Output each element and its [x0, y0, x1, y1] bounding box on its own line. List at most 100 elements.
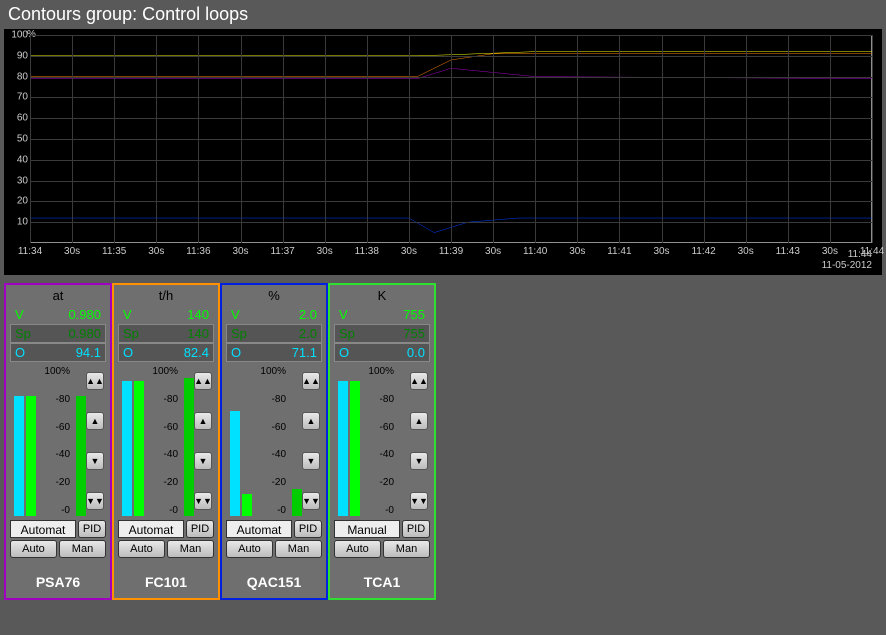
- y-tick: 60: [6, 113, 28, 124]
- mode-display: Automat: [226, 520, 292, 538]
- step-up-icon[interactable]: ▲: [410, 412, 428, 430]
- op-readout[interactable]: O 0.0: [334, 343, 430, 362]
- gridline-v: [283, 35, 284, 243]
- bar-group: [334, 366, 362, 516]
- pid-button[interactable]: PID: [186, 520, 214, 538]
- step-down-fast-icon[interactable]: ▼▼: [410, 492, 428, 510]
- step-up-fast-icon[interactable]: ▲▲: [86, 372, 104, 390]
- sp-readout[interactable]: Sp 755: [334, 324, 430, 343]
- auto-button[interactable]: Auto: [10, 540, 57, 558]
- sp-readout[interactable]: Sp 2.0: [226, 324, 322, 343]
- sp-value: 755: [403, 326, 425, 341]
- y-tick: 20: [6, 196, 28, 207]
- step-down-icon[interactable]: ▼: [86, 452, 104, 470]
- loop-tag: FC101: [116, 574, 216, 590]
- gridline-v: [114, 35, 115, 243]
- sp-value: 0.980: [68, 326, 101, 341]
- pid-button[interactable]: PID: [78, 520, 106, 538]
- bar-scale: 100% -80-60-40-20-0: [254, 366, 288, 516]
- x-tick: 11:40: [523, 246, 547, 257]
- gridline-v: [788, 35, 789, 243]
- auto-button[interactable]: Auto: [226, 540, 273, 558]
- op-label: O: [123, 345, 133, 360]
- man-button[interactable]: Man: [167, 540, 214, 558]
- step-up-fast-icon[interactable]: ▲▲: [410, 372, 428, 390]
- sp-value: 2.0: [299, 326, 317, 341]
- sp-bar: [134, 381, 144, 516]
- pv-value: 140: [187, 307, 209, 322]
- sp-bar: [350, 381, 360, 516]
- bar-group: [226, 366, 254, 516]
- mode-display: Automat: [118, 520, 184, 538]
- gridline-v: [156, 35, 157, 243]
- pv-value: 755: [403, 307, 425, 322]
- faceplate-FC101: t/h V 140 Sp 140 O 82.4: [112, 283, 220, 600]
- y-tick: 40: [6, 154, 28, 165]
- step-down-fast-icon[interactable]: ▼▼: [86, 492, 104, 510]
- pv-readout: V 0.980: [10, 305, 106, 324]
- x-tick: 30s: [317, 246, 333, 257]
- gridline-v: [30, 35, 31, 243]
- op-bar: [76, 396, 86, 516]
- trend-chart: % 10203040506070809010011:3430s11:3530s1…: [4, 29, 882, 275]
- pid-button[interactable]: PID: [402, 520, 430, 538]
- bar-scale: 100% -80-60-40-20-0: [146, 366, 180, 516]
- y-tick: 10: [6, 217, 28, 228]
- gridline-v: [72, 35, 73, 243]
- gridline-v: [577, 35, 578, 243]
- gridline-v: [830, 35, 831, 243]
- gridline-v: [493, 35, 494, 243]
- pv-value: 2.0: [299, 307, 317, 322]
- bar-scale: 100% -80-60-40-20-0: [362, 366, 396, 516]
- step-up-icon[interactable]: ▲: [302, 412, 320, 430]
- step-up-icon[interactable]: ▲: [86, 412, 104, 430]
- chart-date: 11:44 11-05-2012: [822, 249, 872, 271]
- x-tick: 30s: [64, 246, 80, 257]
- step-up-fast-icon[interactable]: ▲▲: [194, 372, 212, 390]
- step-down-fast-icon[interactable]: ▼▼: [194, 492, 212, 510]
- window-title: Contours group: Control loops: [0, 0, 886, 29]
- pid-button[interactable]: PID: [294, 520, 322, 538]
- bar-group: [10, 366, 38, 516]
- op-readout[interactable]: O 94.1: [10, 343, 106, 362]
- op-bar: [184, 378, 194, 516]
- op-bar-group: [72, 366, 86, 516]
- step-up-fast-icon[interactable]: ▲▲: [302, 372, 320, 390]
- y-tick: 30: [6, 175, 28, 186]
- unit-label: %: [224, 287, 324, 305]
- step-up-icon[interactable]: ▲: [194, 412, 212, 430]
- faceplate-TCA1: K V 755 Sp 755 O 0.0: [328, 283, 436, 600]
- pv-readout: V 140: [118, 305, 214, 324]
- pv-label: V: [231, 307, 240, 322]
- gridline-v: [746, 35, 747, 243]
- auto-button[interactable]: Auto: [334, 540, 381, 558]
- op-readout[interactable]: O 71.1: [226, 343, 322, 362]
- step-down-fast-icon[interactable]: ▼▼: [302, 492, 320, 510]
- man-button[interactable]: Man: [59, 540, 106, 558]
- man-button[interactable]: Man: [383, 540, 430, 558]
- x-tick: 11:38: [355, 246, 379, 257]
- pv-label: V: [339, 307, 348, 322]
- loop-tag: QAC151: [224, 574, 324, 590]
- op-label: O: [231, 345, 241, 360]
- step-down-icon[interactable]: ▼: [302, 452, 320, 470]
- x-tick: 30s: [738, 246, 754, 257]
- x-tick: 11:36: [186, 246, 210, 257]
- bar-scale: 100% -80-60-40-20-0: [38, 366, 72, 516]
- op-readout[interactable]: O 82.4: [118, 343, 214, 362]
- auto-button[interactable]: Auto: [118, 540, 165, 558]
- x-tick: 30s: [569, 246, 585, 257]
- op-bar-group: [288, 366, 302, 516]
- sp-readout[interactable]: Sp 0.980: [10, 324, 106, 343]
- gridline-v: [367, 35, 368, 243]
- man-button[interactable]: Man: [275, 540, 322, 558]
- gridline-v: [704, 35, 705, 243]
- step-down-icon[interactable]: ▼: [194, 452, 212, 470]
- sp-readout[interactable]: Sp 140: [118, 324, 214, 343]
- x-tick: 11:37: [270, 246, 294, 257]
- pv-readout: V 2.0: [226, 305, 322, 324]
- step-down-icon[interactable]: ▼: [410, 452, 428, 470]
- y-tick: 90: [6, 50, 28, 61]
- op-value: 0.0: [407, 345, 425, 360]
- gridline-v: [198, 35, 199, 243]
